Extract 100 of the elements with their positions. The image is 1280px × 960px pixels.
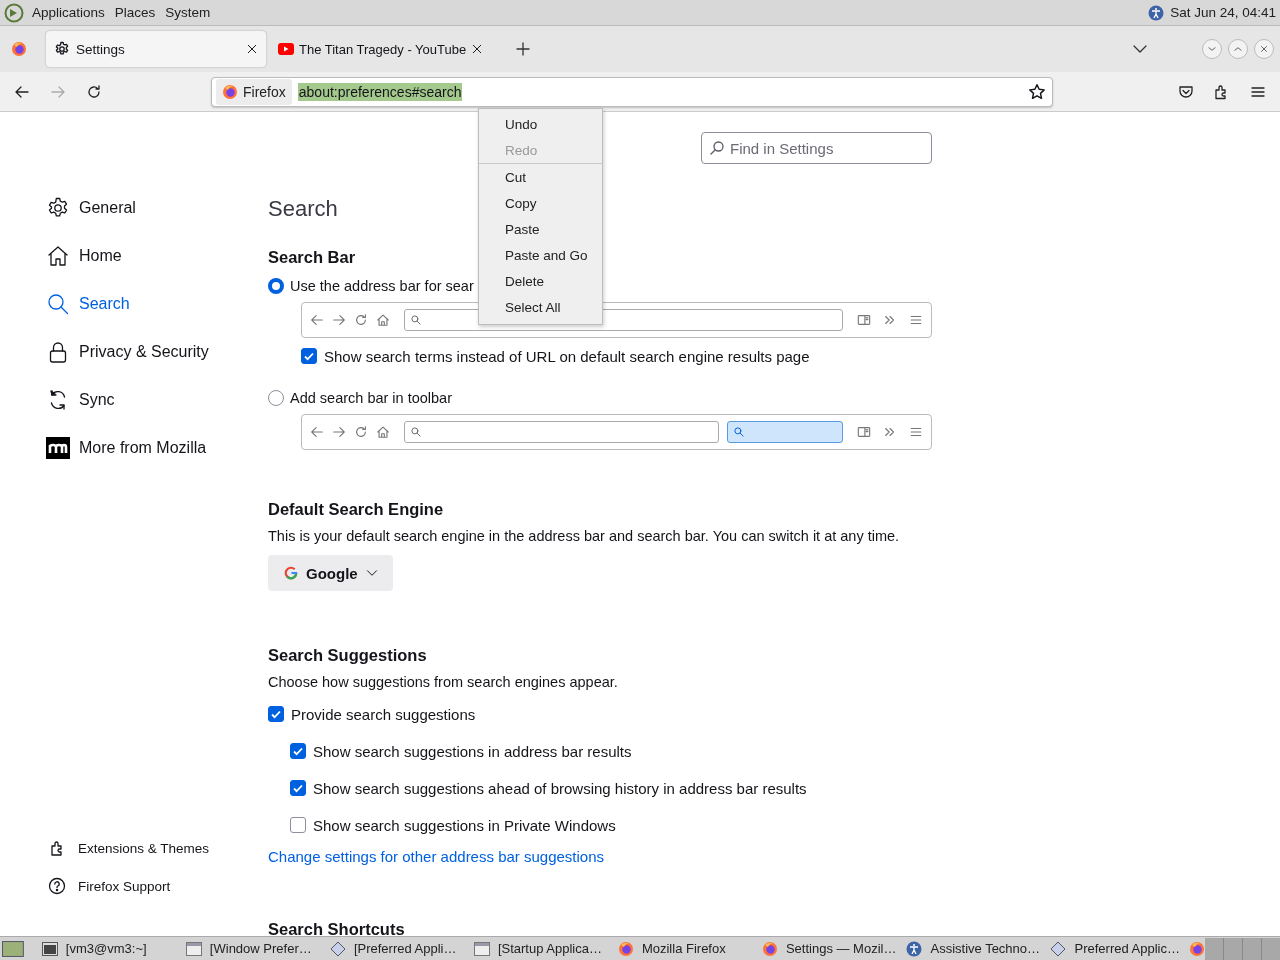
close-icon (1259, 44, 1269, 54)
url-text: about:preferences#search (297, 82, 463, 101)
workspace-switcher[interactable] (1204, 937, 1280, 960)
diamond-icon (1050, 940, 1067, 957)
show-desktop-icon[interactable] (2, 939, 24, 958)
reload-icon (354, 313, 368, 327)
bookmark-star-button[interactable] (1028, 82, 1046, 101)
section-heading: Search Bar (268, 247, 356, 268)
close-icon (246, 43, 258, 55)
search-icon (410, 426, 422, 438)
checkbox-label[interactable]: Show search suggestions in address bar results (313, 742, 632, 760)
sidebar-item[interactable]: General (46, 196, 268, 220)
checkbox[interactable] (290, 817, 306, 833)
sidebar-item[interactable]: Sync (46, 388, 268, 412)
section-description: This is your default search engine in the address bar and search bar. You can switch it at any time. (268, 527, 901, 546)
search-field[interactable]: Find in Settings (701, 132, 932, 164)
chevron-up-icon (1233, 44, 1243, 54)
menu-item[interactable]: Undo (479, 111, 602, 137)
page-title: Search (268, 196, 338, 222)
panel-menu[interactable]: Places (112, 5, 158, 20)
checkbox[interactable] (268, 706, 284, 722)
chevron-down-icon (365, 567, 378, 579)
radio-button[interactable] (268, 278, 284, 294)
panel-menu[interactable]: System (163, 5, 213, 20)
firefox-icon (761, 940, 778, 957)
sidebar-item[interactable]: More from Mozilla (46, 436, 268, 460)
checkbox-label[interactable]: Show search suggestions ahead of browsing history in address bar results (313, 779, 807, 797)
settings-link[interactable]: Change settings for other address bar suggestions (268, 846, 605, 868)
section-heading: Default Search Engine (268, 499, 444, 520)
reload-icon (354, 425, 368, 439)
home-icon (376, 425, 390, 439)
forward-arrow-icon (332, 313, 346, 327)
plus-icon (515, 41, 532, 57)
help-icon (48, 877, 66, 895)
menu-item[interactable]: Delete (479, 268, 602, 294)
checkbox-label[interactable]: Show search terms instead of URL on default search engine results page (324, 347, 810, 365)
identity-chip[interactable]: Firefox (216, 78, 292, 105)
back-arrow-icon (310, 425, 324, 439)
menu-icon (909, 313, 923, 327)
checkbox-label[interactable]: Provide search suggestions (291, 705, 476, 723)
taskbar-button[interactable]: [Window Prefer… (179, 937, 324, 960)
checkbox[interactable] (290, 743, 306, 759)
browser-tab[interactable]: Settings (46, 31, 266, 67)
overflow-chevrons-icon (883, 425, 897, 439)
pocket-icon (1178, 83, 1194, 100)
menu-icon (909, 425, 923, 439)
radio-button[interactable] (268, 390, 284, 406)
sidebar-item[interactable]: Home (46, 244, 268, 268)
close-button[interactable] (1254, 39, 1274, 59)
home-icon (376, 313, 390, 327)
firefox-icon (11, 41, 27, 57)
home-icon (46, 244, 70, 268)
star-icon (1028, 82, 1046, 101)
sidebar-item[interactable]: Privacy & Security (46, 340, 268, 364)
menu-item[interactable]: Paste (479, 216, 602, 242)
taskbar-button[interactable]: Settings — Mozil… (755, 937, 901, 960)
panel-menu[interactable]: Applications (30, 5, 107, 20)
browser-tab[interactable]: The Titan Tragedy - YouTube (274, 31, 488, 67)
gear-icon (54, 41, 70, 57)
chevron-down-icon (1207, 44, 1217, 54)
checkbox[interactable] (301, 348, 317, 364)
accessibility-icon (1148, 4, 1165, 21)
section-heading: Search Shortcuts (268, 919, 405, 936)
firefox-icon (617, 940, 634, 957)
radio-label[interactable]: Use the address bar for sear (290, 278, 474, 294)
radio-label[interactable]: Add search bar in toolbar (290, 390, 452, 406)
checkbox[interactable] (290, 780, 306, 796)
sidebar-link[interactable]: Firefox Support (48, 876, 268, 896)
firefox-icon (222, 83, 238, 100)
sidebar-link[interactable]: Extensions & Themes (48, 838, 268, 858)
taskbar-button[interactable]: [Startup Applica… (467, 937, 612, 960)
google-logo-icon (284, 566, 298, 580)
checkbox-label[interactable]: Show search suggestions in Private Windows (313, 816, 616, 834)
sidebar-icon (857, 313, 871, 327)
overflow-chevrons-icon (883, 313, 897, 327)
play-icon (278, 43, 294, 55)
taskbar-button[interactable]: [Preferred Appli… (323, 937, 468, 960)
clock[interactable]: Sat Jun 24, 04:41 (1170, 5, 1276, 20)
close-icon (471, 43, 484, 55)
firefox-icon (1188, 940, 1205, 957)
section-description: Choose how suggestions from search engines appear. (268, 673, 619, 692)
engine-dropdown[interactable]: Google (268, 555, 393, 591)
menu-item[interactable]: Copy (479, 190, 602, 216)
distro-logo-icon[interactable] (4, 2, 24, 23)
search-icon (46, 292, 70, 316)
taskbar-button[interactable]: Preferred Applic… (1044, 937, 1189, 960)
taskbar-button[interactable]: [vm3@vm3:~] (35, 937, 180, 960)
address-bar[interactable]: Firefox about:preferences#search (211, 76, 1053, 107)
sidebar-icon (857, 425, 871, 439)
search-icon (733, 426, 745, 438)
taskbar-button[interactable]: Mozilla Firefox (611, 937, 756, 960)
forward-arrow-icon (332, 425, 346, 439)
diamond-icon (329, 940, 346, 957)
accessibility-icon (906, 940, 923, 957)
menu-item[interactable]: Select All (479, 294, 602, 320)
menu-item[interactable]: Paste and Go (479, 242, 602, 268)
menu-item[interactable]: Cut (479, 164, 602, 190)
section-heading: Search Suggestions (268, 645, 427, 666)
sidebar-item[interactable]: Search (46, 292, 268, 316)
taskbar-button[interactable]: Assistive Techno… (900, 937, 1045, 960)
